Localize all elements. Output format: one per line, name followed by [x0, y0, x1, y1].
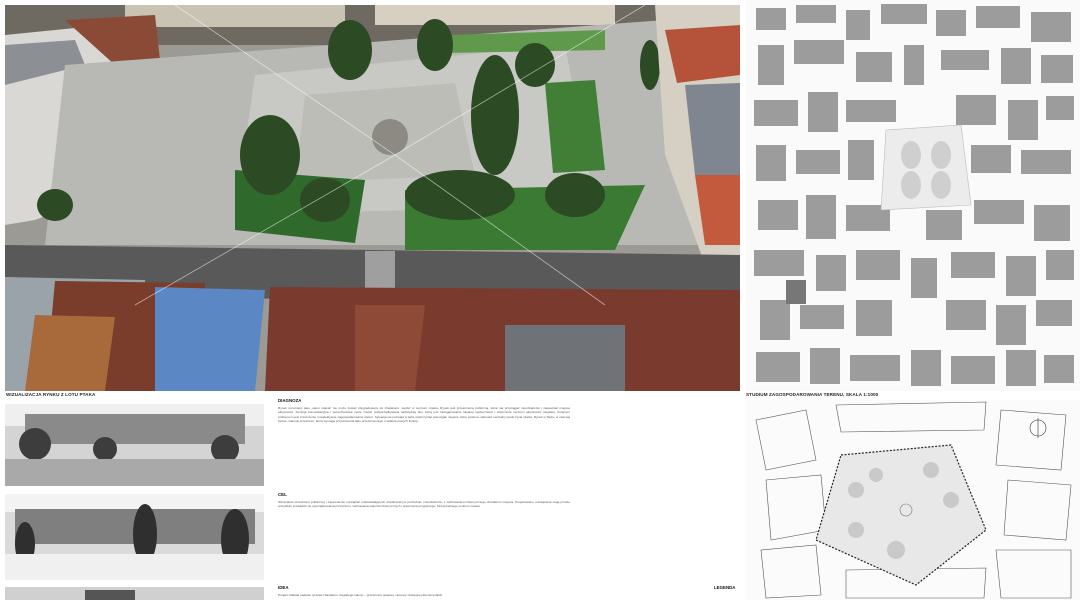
section-body-idea: Projekt zakłada nadanie rynkowi charakte… [278, 593, 444, 597]
aerial-visualization [5, 5, 740, 391]
historic-photo-2 [5, 494, 264, 580]
section-cel: CEL Wzrastanie przestrzeni publicznej i … [278, 492, 570, 512]
study-caption: STUDIUM ZAGOSPODAROWANIA TERENU, SKALA 1… [746, 392, 879, 397]
historic-photo-3-image [5, 587, 264, 600]
section-idea: IDEA Projekt zakłada nadanie rynkowi cha… [278, 585, 570, 600]
aerial-render-image [5, 5, 740, 391]
section-title-diagnoza: DIAGNOZA [278, 398, 302, 403]
legend-title: LEGENDA [714, 585, 736, 590]
site-plan-drawing [746, 400, 1080, 600]
site-context-plan [746, 0, 1080, 391]
section-title-idea: IDEA [278, 585, 289, 590]
section-diagnoza: DIAGNOZA Rynek rozumiany jako „salon mia… [278, 398, 570, 427]
historic-photo-3 [5, 587, 264, 600]
section-body-diagnoza: Rynek rozumiany jako „salon miasta” nie … [278, 406, 570, 424]
historic-photo-1-image [5, 404, 264, 486]
site-plan [746, 400, 1080, 600]
render-caption: WIZUALIZACJA RYNKU Z LOTU PTAKA [6, 392, 96, 397]
section-title-cel: CEL [278, 492, 287, 497]
historic-photo-2-image [5, 494, 264, 580]
historic-photo-1 [5, 404, 264, 486]
text-column: DIAGNOZA Rynek rozumiany jako „salon mia… [278, 398, 570, 600]
section-body-cel: Wzrastanie przestrzeni publicznej i zape… [278, 500, 570, 509]
figure-ground-map [746, 0, 1080, 391]
